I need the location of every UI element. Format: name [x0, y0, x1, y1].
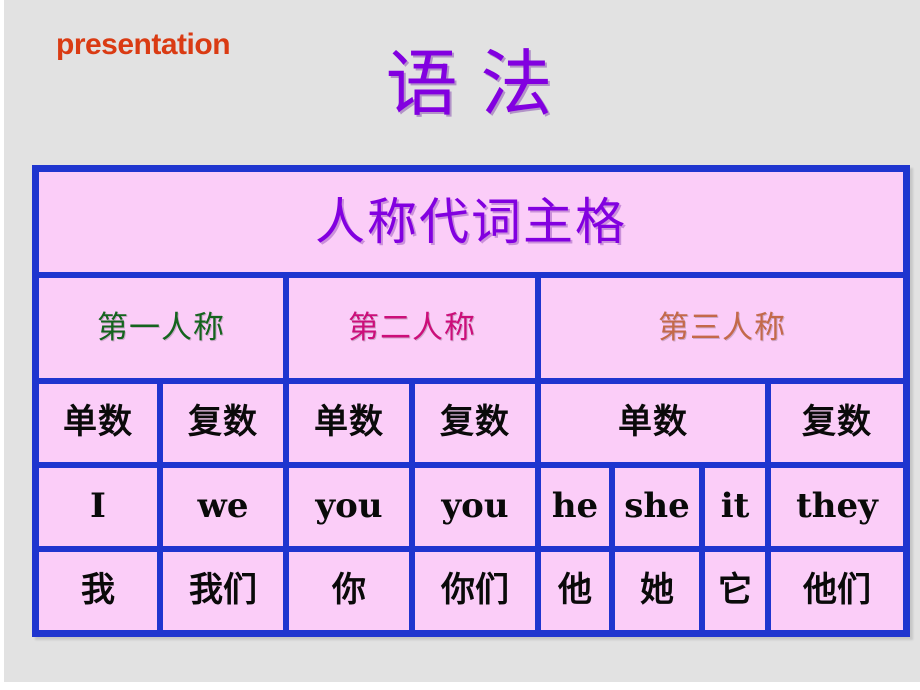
canvas-bottom-margin [0, 682, 920, 690]
number-cell-2p-singular: 单数 [286, 381, 412, 465]
english-cell-it: it [702, 465, 768, 549]
number-cell-1p-singular: 单数 [36, 381, 160, 465]
number-label: 复数 [188, 402, 258, 443]
chinese-cell-ta-male: 他 [538, 549, 612, 633]
chinese-pronoun: 你们 [441, 570, 509, 611]
english-pronoun: he [551, 486, 599, 527]
chinese-pronoun: 他 [558, 570, 592, 611]
english-cell-we: we [160, 465, 286, 549]
person-header-second: 第二人称 [286, 275, 538, 381]
number-cell-2p-plural: 复数 [412, 381, 538, 465]
english-cell-you-singular: you [286, 465, 412, 549]
number-label: 复数 [440, 402, 510, 443]
number-label: 复数 [802, 402, 872, 443]
english-cell-they: they [768, 465, 906, 549]
english-pronoun: it [720, 486, 750, 527]
number-cell-1p-plural: 复数 [160, 381, 286, 465]
english-pronoun: you [441, 486, 509, 527]
table-row: 我 我们 你 你们 他 她 它 他们 [36, 549, 906, 633]
number-label: 单数 [63, 402, 133, 443]
chinese-pronoun: 它 [718, 570, 752, 611]
chinese-cell-nimen: 你们 [412, 549, 538, 633]
page-title: 语 法 [385, 42, 553, 126]
chinese-pronoun: 我 [81, 570, 115, 611]
person-header-first-label: 第一人称 [97, 309, 225, 346]
english-cell-you-plural: you [412, 465, 538, 549]
table-row: 第一人称 第二人称 第三人称 [36, 275, 906, 381]
chinese-cell-tamen: 他们 [768, 549, 906, 633]
chinese-pronoun: 她 [640, 570, 674, 611]
person-header-third-label: 第三人称 [658, 309, 786, 346]
number-label: 单数 [314, 402, 384, 443]
table-row: I we you you he she it they [36, 465, 906, 549]
person-header-second-label: 第二人称 [348, 309, 476, 346]
english-pronoun: you [315, 486, 383, 527]
chinese-cell-wo: 我 [36, 549, 160, 633]
person-header-third: 第三人称 [538, 275, 906, 381]
number-cell-3p-plural: 复数 [768, 381, 906, 465]
table-row: 人称代词主格 [36, 169, 906, 275]
chinese-cell-women: 我们 [160, 549, 286, 633]
table-caption-cell: 人称代词主格 [36, 169, 906, 275]
chinese-pronoun: 他们 [803, 570, 871, 611]
number-cell-3p-singular: 单数 [538, 381, 768, 465]
english-cell-i: I [36, 465, 160, 549]
chinese-pronoun: 我们 [189, 570, 257, 611]
english-pronoun: I [90, 486, 106, 527]
english-pronoun: we [197, 486, 249, 527]
chinese-cell-ta-neuter: 它 [702, 549, 768, 633]
person-header-first: 第一人称 [36, 275, 286, 381]
english-pronoun: they [796, 486, 878, 527]
english-cell-he: he [538, 465, 612, 549]
table-caption: 人称代词主格 [315, 192, 627, 251]
canvas-left-margin [0, 0, 4, 690]
english-pronoun: she [624, 486, 690, 527]
chinese-pronoun: 你 [332, 570, 366, 611]
english-cell-she: she [612, 465, 702, 549]
number-label: 单数 [618, 402, 688, 443]
kicker-label: presentation [56, 28, 231, 61]
chinese-cell-ta-female: 她 [612, 549, 702, 633]
personal-pronoun-table: 人称代词主格 第一人称 第二人称 第三人称 单数 复数 单数 复数 单数 复数 … [32, 165, 910, 637]
chinese-cell-ni: 你 [286, 549, 412, 633]
slide-canvas: presentation 语 法 人称代词主格 第一人称 第二人称 第三人称 单… [4, 0, 920, 682]
table-row: 单数 复数 单数 复数 单数 复数 [36, 381, 906, 465]
